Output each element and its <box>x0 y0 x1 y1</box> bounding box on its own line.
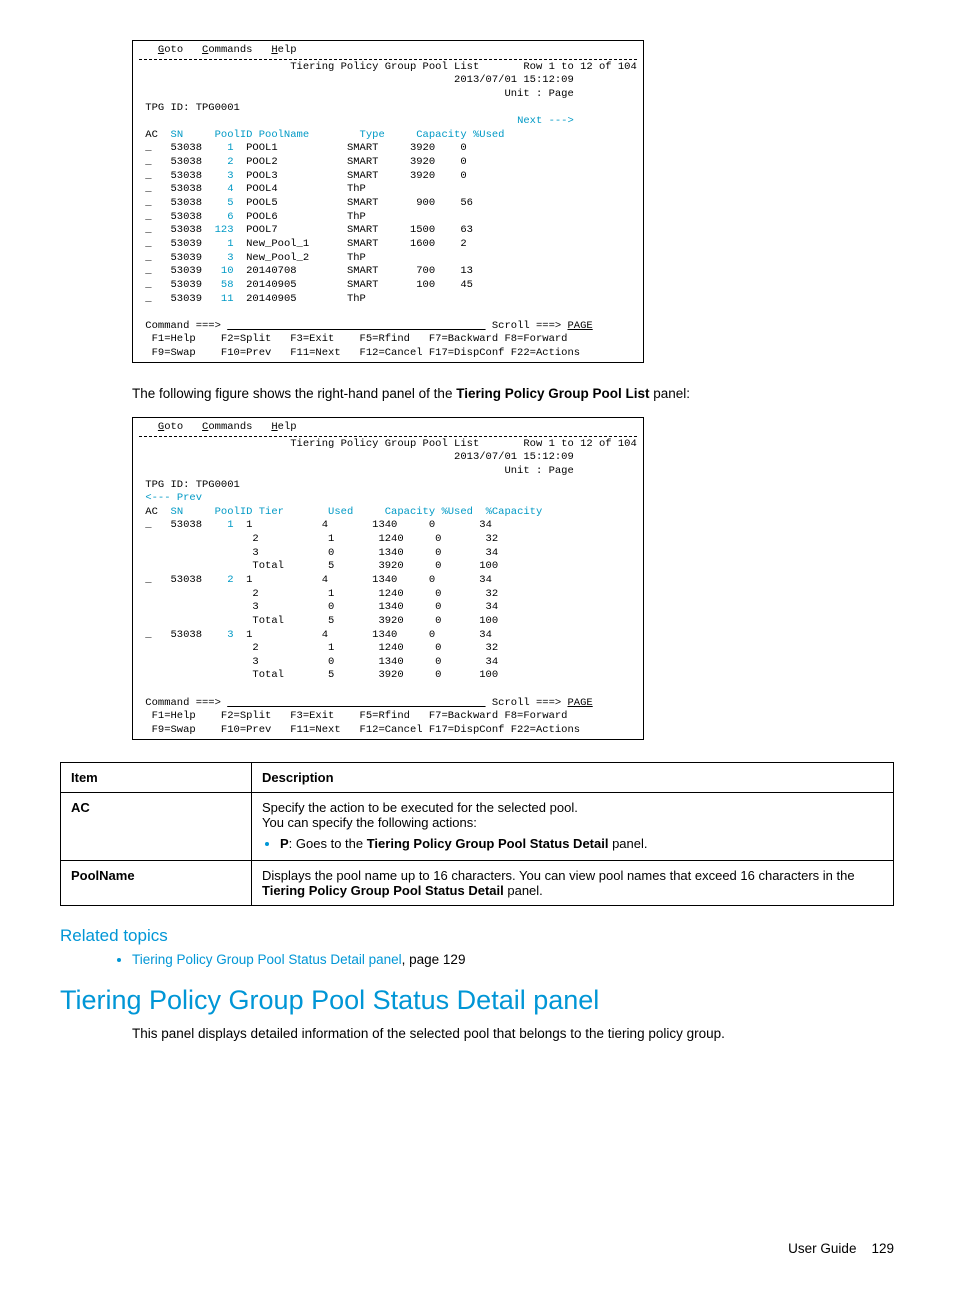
intro-bold: Tiering Policy Group Pool List <box>456 386 649 401</box>
pn-bold: Tiering Policy Group Pool Status Detail <box>262 883 504 898</box>
related-heading: Related topics <box>60 926 894 946</box>
ac-mid: : Goes to the <box>289 836 367 851</box>
section-heading: Tiering Policy Group Pool Status Detail … <box>60 985 894 1016</box>
related-tail: , page 129 <box>402 952 466 967</box>
cell-ac-desc: Specify the action to be executed for th… <box>252 792 894 860</box>
row-ac: AC Specify the action to be executed for… <box>61 792 894 860</box>
related-link[interactable]: Tiering Policy Group Pool Status Detail … <box>132 952 402 967</box>
ac-bullet: P: Goes to the Tiering Policy Group Pool… <box>280 836 883 851</box>
terminal-panel-2: Goto Commands Help Tiering Policy Group … <box>132 417 644 740</box>
pn-p2: panel. <box>504 883 543 898</box>
cell-pn-desc: Displays the pool name up to 16 characte… <box>252 860 894 905</box>
cell-pn-item: PoolName <box>61 860 252 905</box>
row-poolname: PoolName Displays the pool name up to 16… <box>61 860 894 905</box>
footer-label: User Guide <box>788 1241 856 1256</box>
ac-b2: Tiering Policy Group Pool Status Detail <box>367 836 609 851</box>
ac-tail: panel. <box>608 836 647 851</box>
footer-page: 129 <box>871 1241 894 1256</box>
ac-para: Specify the action to be executed for th… <box>262 800 883 830</box>
cell-ac-item: AC <box>61 792 252 860</box>
ac-b1: P <box>280 836 289 851</box>
description-table: Item Description AC Specify the action t… <box>60 762 894 906</box>
page-footer: User Guide 129 <box>60 1241 894 1256</box>
intro-text-1: The following figure shows the right-han… <box>132 385 894 403</box>
th-item: Item <box>61 762 252 792</box>
section-body: This panel displays detailed information… <box>132 1026 894 1041</box>
th-desc: Description <box>252 762 894 792</box>
related-item: Tiering Policy Group Pool Status Detail … <box>132 952 894 967</box>
pn-p1: Displays the pool name up to 16 characte… <box>262 868 855 883</box>
terminal-panel-1: Goto Commands Help Tiering Policy Group … <box>132 40 644 363</box>
intro-before: The following figure shows the right-han… <box>132 386 456 401</box>
intro-after: panel: <box>649 386 690 401</box>
